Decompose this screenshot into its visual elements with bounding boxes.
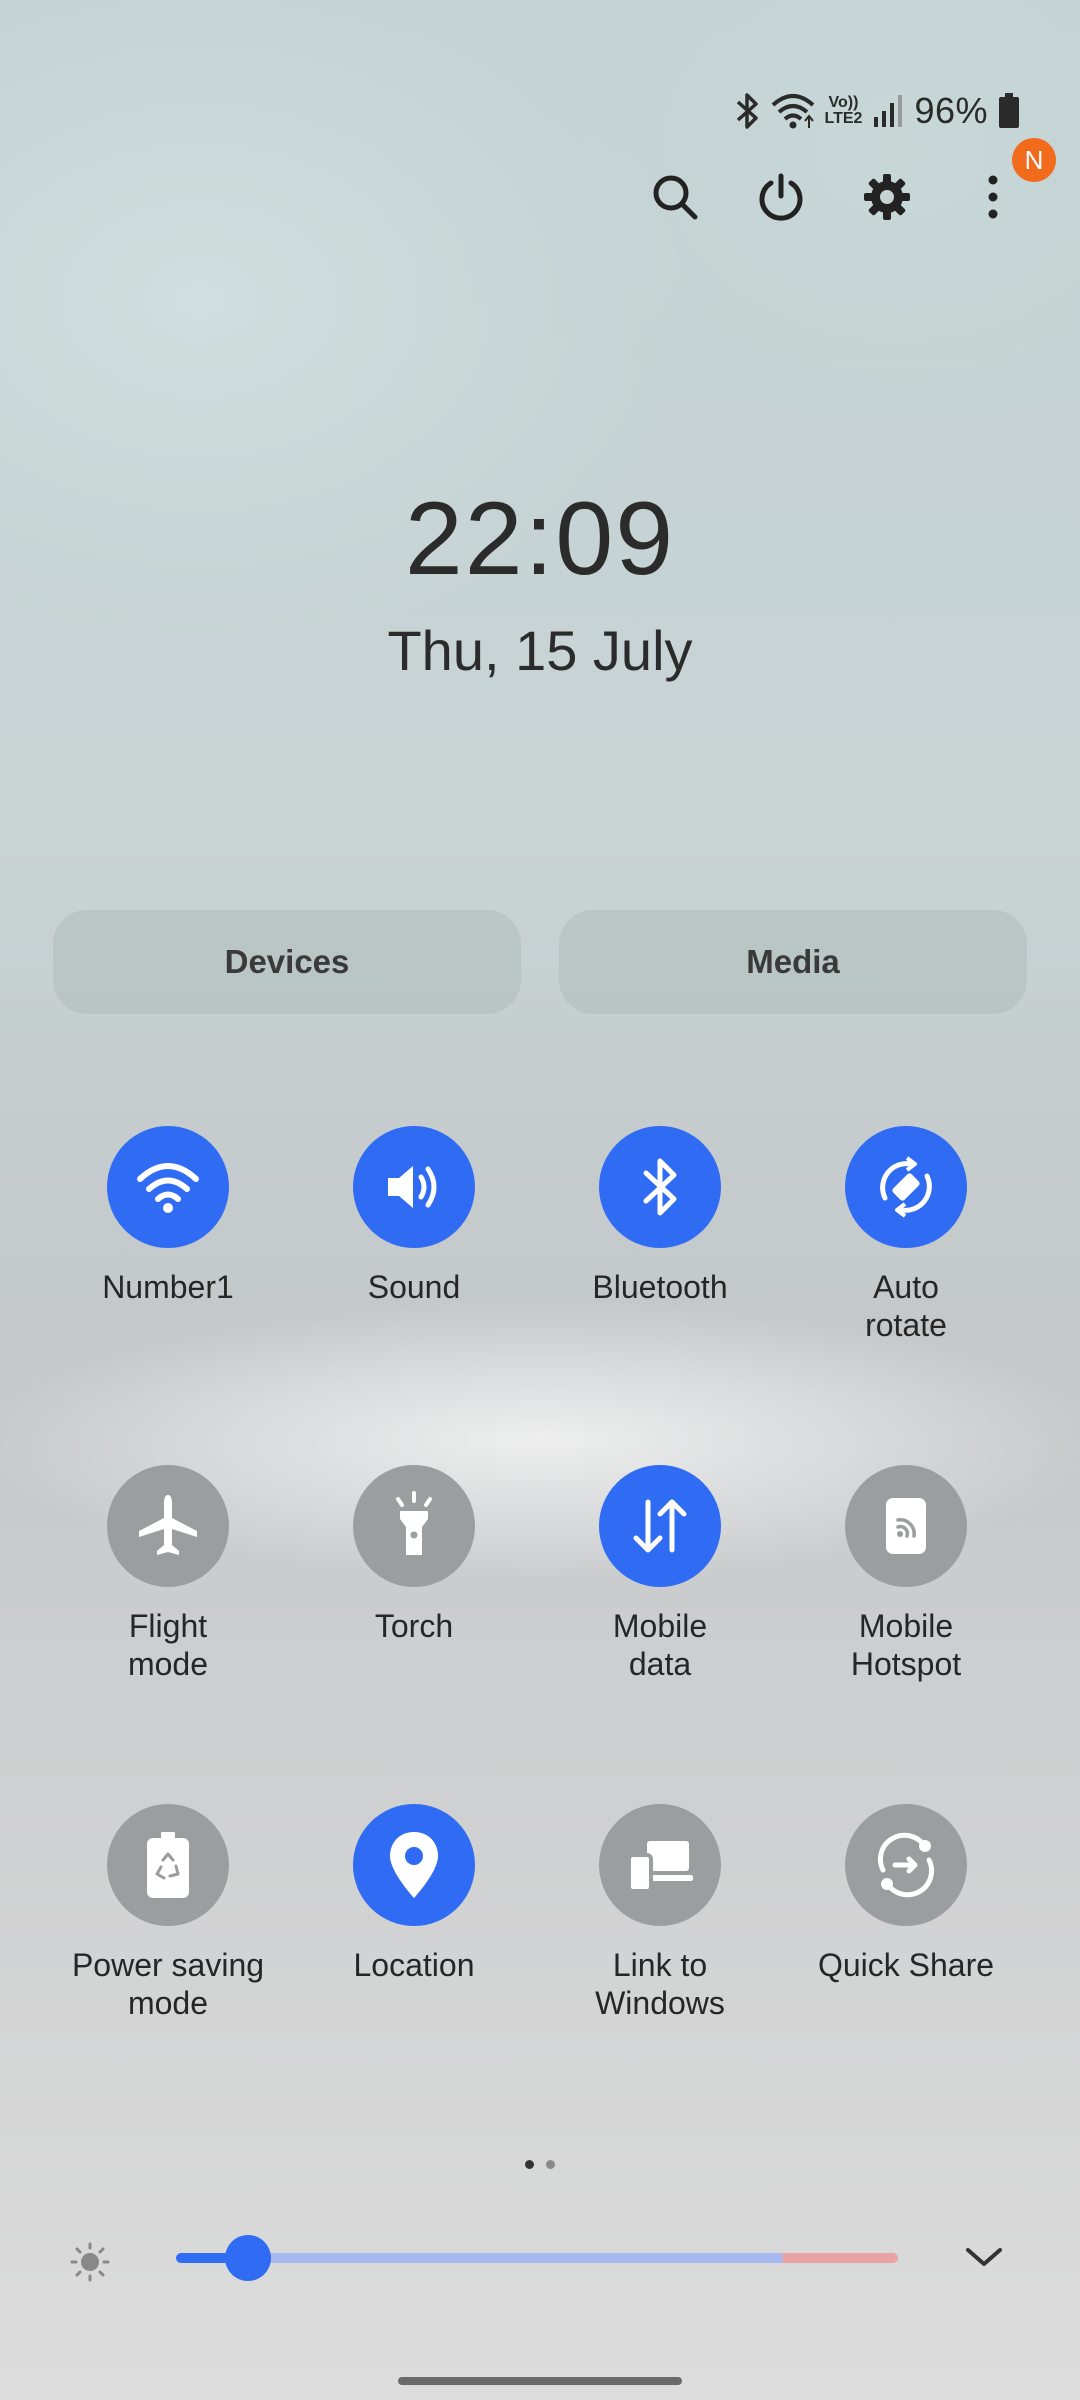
volte-label: Vo)) [828,94,859,111]
brightness-icon [70,2242,110,2282]
quick-share-icon [877,1832,935,1898]
signal-icon [874,95,903,127]
power-saving-toggle[interactable] [107,1804,229,1926]
torch-toggle[interactable] [353,1465,475,1587]
power-button[interactable] [754,170,808,224]
more-vertical-icon [988,175,998,219]
tile-power-saving: Power saving mode [45,1804,291,2022]
tile-sound: Sound [291,1126,537,1306]
tile-label: Auto rotate [783,1268,1029,1344]
clock-time: 22:09 [404,481,676,597]
flight-mode-toggle[interactable] [107,1465,229,1587]
link-to-windows-label: Link to Windows [595,1947,725,2021]
flight-mode-label: Flight mode [127,1608,209,1682]
brightness-slider-thumb[interactable] [225,2235,272,2281]
devices-button[interactable]: Devices [53,910,521,1014]
auto-rotate-icon [880,1156,932,1218]
home-indicator[interactable] [398,2377,682,2385]
page-dot-2[interactable] [546,2160,555,2169]
location-icon [390,1832,438,1898]
tile-torch: Torch [291,1465,537,1645]
mobile-data-toggle[interactable] [599,1465,721,1587]
tile-quick-share: Quick Share [783,1804,1029,1984]
tile-label: Location [291,1946,537,1984]
wifi-icon [137,1163,199,1213]
wifi-status-icon [771,94,814,129]
brightness-slider[interactable] [176,2253,898,2263]
mobile-hotspot-toggle[interactable] [845,1465,967,1587]
tile-label: Bluetooth [537,1268,783,1306]
link-to-windows-icon [627,1841,693,1893]
settings-button[interactable] [860,170,914,224]
chevron-down-icon[interactable] [962,2240,1006,2276]
tile-label: Sound [291,1268,537,1306]
location-label: Location [353,1947,475,1983]
tile-link-to-windows: Link to Windows [537,1804,783,2022]
sound-label: Sound [367,1269,461,1305]
power-icon [759,173,803,221]
tile-label: Power saving mode [45,1946,291,2022]
bluetooth-label: Bluetooth [592,1269,728,1305]
sound-toggle[interactable] [353,1126,475,1248]
notification-badge: N [1012,138,1056,182]
tile-label: Mobile Hotspot [783,1607,1029,1683]
auto-rotate-label: Auto rotate [865,1269,947,1343]
wifi-label: Number1 [102,1269,234,1305]
tile-mobile-hotspot: Mobile Hotspot [783,1465,1029,1683]
link-to-windows-toggle[interactable] [599,1804,721,1926]
torch-icon [396,1491,432,1555]
tile-label: Torch [291,1607,537,1645]
airplane-icon [139,1495,197,1555]
tile-mobile-data: Mobile data [537,1465,783,1683]
media-button[interactable]: Media [559,910,1027,1014]
tile-label: Number1 [45,1268,291,1306]
tile-label: Quick Share [783,1946,1029,1984]
page-indicator [0,2160,1080,2169]
tile-bluetooth: Bluetooth [537,1126,783,1306]
status-bar: Vo)) LTE2 96% [735,86,1021,136]
bluetooth-icon [643,1158,677,1216]
lte-label: LTE2 [824,110,863,127]
more-options-button[interactable]: N [966,138,1056,224]
tile-label: Link to Windows [537,1946,783,2022]
quick-share-toggle[interactable] [845,1804,967,1926]
tile-wifi: Number1 [45,1126,291,1306]
auto-rotate-toggle[interactable] [845,1126,967,1248]
quick-share-label: Quick Share [817,1947,995,1983]
search-button[interactable] [648,170,702,224]
mobile-data-label: Mobile data [612,1608,708,1682]
location-toggle[interactable] [353,1804,475,1926]
battery-icon [999,93,1019,128]
battery-percent: 96% [914,90,988,131]
mobile-data-icon [633,1499,687,1553]
power-saving-label: Power saving mode [71,1947,265,2021]
bluetooth-toggle[interactable] [599,1126,721,1248]
tile-location: Location [291,1804,537,1984]
wifi-toggle[interactable] [107,1126,229,1248]
tile-auto-rotate: Auto rotate [783,1126,1029,1344]
tile-label: Flight mode [45,1607,291,1683]
volte-indicator: Vo)) LTE2 [825,95,863,127]
clock-date: Thu, 15 July [387,619,693,682]
tile-flight-mode: Flight mode [45,1465,291,1683]
sound-icon [388,1166,437,1208]
bluetooth-status-icon [736,93,758,129]
mobile-hotspot-label: Mobile Hotspot [850,1608,962,1682]
page-dot-1[interactable] [525,2160,534,2169]
hotspot-icon [886,1498,926,1554]
gear-icon [864,174,910,220]
search-icon [653,175,698,220]
torch-label: Torch [374,1608,454,1644]
power-saving-icon [147,1832,189,1898]
quick-panel-actions: N [648,138,1056,224]
tile-label: Mobile data [537,1607,783,1683]
